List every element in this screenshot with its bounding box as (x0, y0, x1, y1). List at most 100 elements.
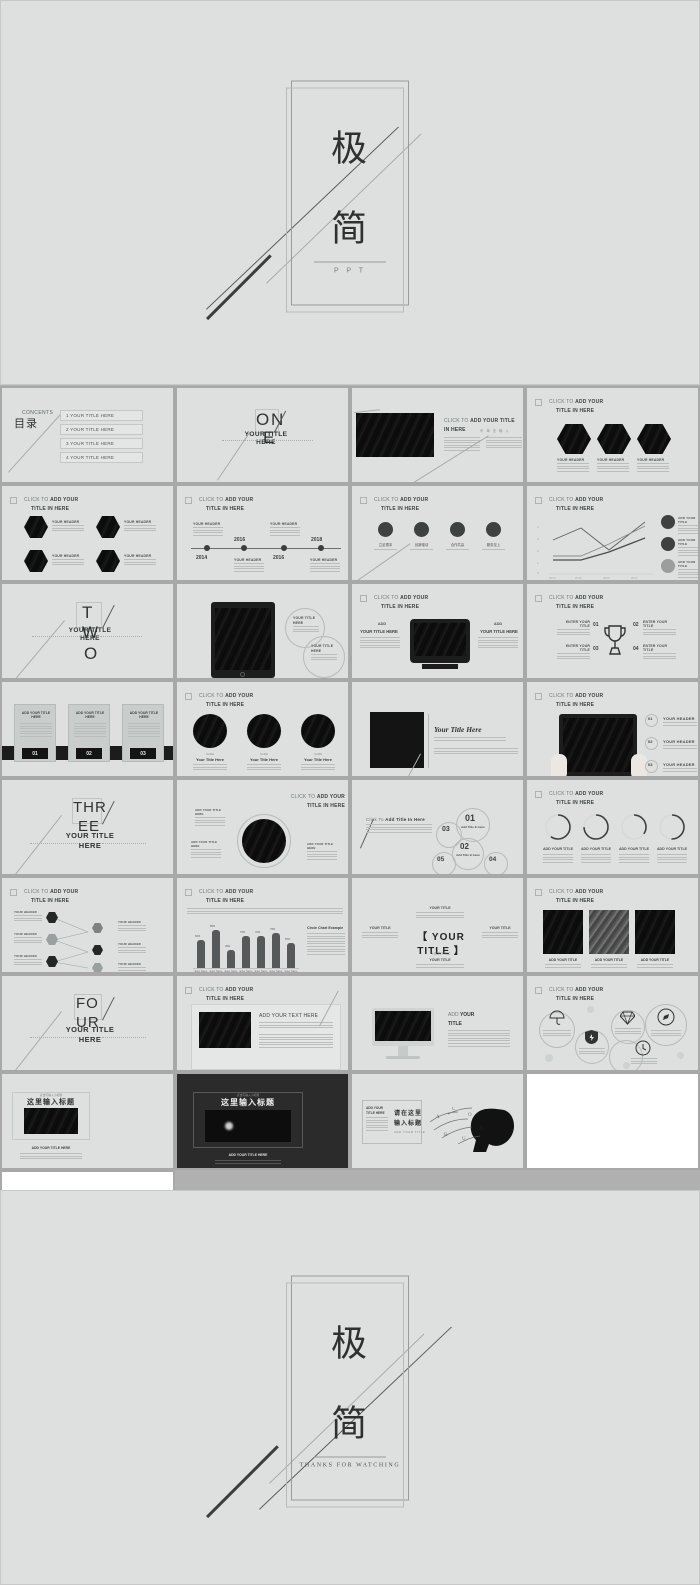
three-photos-image-2 (589, 910, 629, 954)
bubbles-lead-bold: Add Title In Here (385, 817, 425, 822)
section-two-letter-3: O (84, 644, 99, 663)
section-three-rule-right (102, 843, 146, 844)
thumb-hexagon-flow-slide[interactable]: CLICK TO ADD YOUR TITLE IN HERE YOUR HEA… (0, 876, 175, 974)
bar-5-label: 70% (255, 931, 261, 934)
thumb-agenda-slide[interactable]: CONCENTS 目录 1 YOUR TITLE HERE 2 YOUR TIT… (0, 386, 175, 484)
thumb-bubble-numbers-slide[interactable]: Click To Add Title In Here 01 Add Title … (350, 778, 525, 876)
thumb-light-endcard-slide[interactable]: 点击可输入小标题 这里输入标题 ADD YOUR TITLE HERE (0, 1072, 175, 1170)
circle-photo-2-title: Your Title Here (249, 757, 279, 762)
laptop-step-3-num: 03 (648, 762, 653, 767)
trophy-title-second: TITLE IN HERE (556, 604, 595, 610)
contents-item-1[interactable]: 1 YOUR TITLE HERE (60, 410, 143, 421)
thumb-bar-chart-slide[interactable]: CLICK TO ADD YOUR TITLE IN HERE 60% 85% … (175, 876, 350, 974)
card-3-number: 03 (130, 748, 156, 759)
trophy-entry-4: ENTER YOUR TITLE (643, 644, 676, 661)
quad-hex-photo-3 (24, 550, 48, 572)
bubbles-lead: Click To Add Title In Here (366, 816, 432, 823)
monitor-left-label-2: YOUR TITLE HERE (360, 629, 398, 634)
donut-label-4: ADD YOUR TITLE (656, 847, 688, 851)
text-image-title-bold: ADD YOUR (225, 987, 254, 993)
closing-slide[interactable]: 极 简 THANKS FOR WATCHING (0, 1190, 700, 1585)
timeline-header-1: YOUR HEADER (193, 522, 223, 537)
thumb-donut-stats-slide[interactable]: CLICK TO ADD YOUR TITLE IN HERE ADD YOUR… (525, 778, 700, 876)
hex-trio-title-light: CLICK TO (549, 399, 576, 405)
thumb-monitor-compare-slide[interactable]: CLICK TO ADD YOUR TITLE IN HERE ADD YOUR… (350, 582, 525, 680)
bubble-03-num: 03 (442, 826, 450, 833)
thumb-numbered-cards-slide[interactable]: ADD YOUR TITLE HERE 01 ADD YOUR TITLE HE… (0, 680, 175, 778)
section-one-rule-right (273, 440, 313, 441)
quad-hex-title-line-2: TITLE IN HERE (31, 506, 69, 513)
hex-trio-photo-1 (557, 424, 591, 454)
contents-item-3[interactable]: 3 YOUR TITLE HERE (60, 438, 143, 449)
bracket-left-title: YOUR TITLE (369, 926, 391, 930)
thumb-section-four-slide[interactable]: FO UR YOUR TITLE HERE (0, 974, 175, 1072)
clock-icon (661, 515, 675, 529)
timeline-header-4: YOUR HEADER (310, 558, 340, 573)
thumb-timeline-slide[interactable]: CLICK TO ADD YOUR TITLE IN HERE 2014 201… (175, 484, 350, 582)
monitor-title-light: CLICK TO (374, 595, 401, 601)
quote-title: Your Title Here (434, 725, 482, 734)
thumb-hexagon-trio-slide[interactable]: CLICK TO ADD YOUR TITLE IN HERE YOUR HEA… (525, 386, 700, 484)
quote-divider (428, 714, 429, 768)
trophy-entry-4-title: ENTER YOUR TITLE (643, 644, 668, 652)
trophy-entry-2-num: 02 (633, 622, 639, 628)
thumb-icon-row-slide[interactable]: CLICK TO ADD YOUR TITLE IN HERE 立足根本 创新驱… (350, 484, 525, 582)
bar-2-category: Enter Name (209, 970, 223, 973)
hex-trio-marker (535, 399, 542, 406)
section-four-rule-left (30, 1037, 78, 1038)
bar-6-category: Enter Name (269, 970, 283, 973)
hex-flow-right-2: YOUR HEADER (118, 942, 146, 955)
thumb-blank-slide-a[interactable] (525, 1072, 700, 1170)
cover-slide[interactable]: 极 简 P P T (0, 0, 700, 385)
cover-divider (314, 261, 386, 262)
hex-flow-left-1: YOUR HEADER (14, 910, 42, 923)
svg-text:R: R (444, 1133, 448, 1138)
trophy-icon (604, 625, 626, 655)
icon-circles-deco-4 (677, 1052, 684, 1059)
thumb-bracket-title-slide[interactable]: YOUR TITLE YOUR TITLE YOUR TITLE 【 YOUR … (350, 876, 525, 974)
thumb-quote-photo-slide[interactable]: Your Title Here (350, 680, 525, 778)
thumb-section-three-slide[interactable]: THR EE YOUR TITLE HERE (0, 778, 175, 876)
thumb-quad-hexagon-slide[interactable]: CLICK TO ADD YOUR TITLE IN HERE YOUR HEA… (0, 484, 175, 582)
contents-item-4[interactable]: 4 YOUR TITLE HERE (60, 452, 143, 463)
thumb-splash-head-slide[interactable]: ADD YOUR TITLE HERE 请在这里 输入标题 ADD YOUR T… (350, 1072, 525, 1170)
thumb-imac-mockup-slide[interactable]: ADD YOUR TITLE (350, 974, 525, 1072)
hex-trio-header-1: YOUR HEADER (557, 458, 589, 473)
thumb-trophy-quadrant-slide[interactable]: CLICK TO ADD YOUR TITLE IN HERE ENTER YO… (525, 582, 700, 680)
thumb-circle-photos-slide[interactable]: CLICK TO ADD YOUR TITLE IN HERE NAME You… (175, 680, 350, 778)
icon-circles-title-line-2: TITLE IN HERE (556, 996, 594, 1003)
thumb-text-image-slide[interactable]: CLICK TO ADD YOUR TITLE IN HERE ADD YOUR… (175, 974, 350, 1072)
thumb-laptop-hands-slide[interactable]: CLICK TO ADD YOUR TITLE IN HERE 01 YOUR … (525, 680, 700, 778)
circle-photo-3 (301, 714, 335, 748)
photo-text-body-right (486, 437, 522, 450)
trophy-entry-1-num: 01 (593, 622, 599, 628)
timeline-year-1: 2014 (196, 555, 208, 561)
thumb-three-photos-slide[interactable]: CLICK TO ADD YOUR TITLE IN HERE ADD YOUR… (525, 876, 700, 974)
hex-flow-right-1-label: YOUR HEADER (118, 920, 141, 924)
thumb-line-chart-slide[interactable]: CLICK TO ADD YOUR TITLE IN HERE 4 3 2 1 0 2… (525, 484, 700, 582)
thumb-dark-endcard-slide[interactable]: 点击可输入小标题 这里输入标题 ADD YOUR TITLE HERE (175, 1072, 350, 1170)
icon-row-caption-2: 创新驱动 (414, 543, 429, 547)
closing-char-1: 极 (330, 1323, 369, 1364)
hex-flow-left-3: YOUR HEADER (14, 954, 42, 967)
photo-text-image (356, 413, 434, 457)
section-one-letter-1: O (256, 410, 271, 429)
thumb-tablet-mockup-slide[interactable]: YOUR TITLE HERE YOUR TITLE HERE (175, 582, 350, 680)
hex-flow-title-light: CLICK TO (24, 889, 51, 895)
line-chart-side-item-2: ADD YOUR TITLE (678, 538, 698, 557)
thumb-section-two-slide[interactable]: T W O YOUR TITLE HERE (0, 582, 175, 680)
round-photo-title-second: TITLE IN HERE (306, 803, 345, 809)
thumb-round-photo-slide[interactable]: CLICK TO ADD YOUR TITLE IN HERE ADD YOUR… (175, 778, 350, 876)
contents-item-2[interactable]: 2 YOUR TITLE HERE (60, 424, 143, 435)
bar-5-category: Enter Name (254, 970, 268, 973)
round-photo-title-light: CLICK TO (290, 794, 317, 800)
thumb-photo-text-slide[interactable]: CLICK TO ADD YOUR TITLE IN HERE 可 单 击 输 … (350, 386, 525, 484)
dark-endcard-title: 这里输入标题 (221, 1098, 275, 1107)
round-photo-label-2-text: ADD YOUR TITLE HERE (191, 840, 218, 848)
circle-photos-title-line-2: TITLE IN HERE (206, 702, 244, 709)
thumb-section-one-slide[interactable]: O N E YOUR TITLE HERE (175, 386, 350, 484)
thumb-icon-circles-slide[interactable]: CLICK TO ADD YOUR TITLE IN HERE (525, 974, 700, 1072)
hex-trio-header-3: YOUR HEADER (637, 458, 669, 473)
icon-row-caption-4: 服务至上 (486, 543, 501, 547)
quad-hex-title-light: CLICK TO (24, 497, 51, 503)
